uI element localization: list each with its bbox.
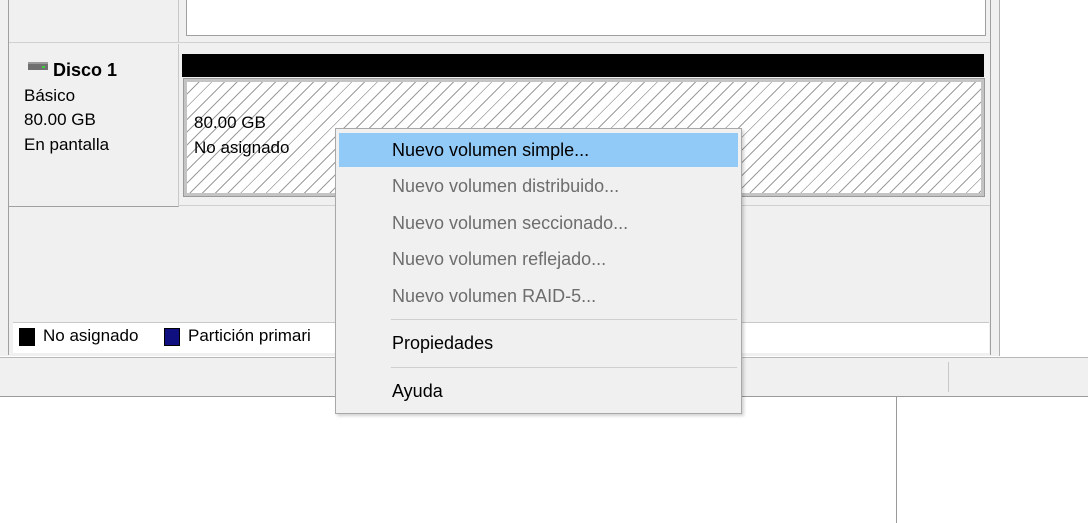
legend-swatch-unallocated: [19, 328, 35, 346]
legend-label-unallocated: No asignado: [43, 326, 139, 345]
menu-separator: [391, 319, 737, 320]
frame-outer-border: [999, 0, 1000, 356]
disk-size: 80.00 GB: [24, 110, 96, 129]
disk-type: Básico: [24, 86, 76, 105]
row-divider: [9, 42, 990, 43]
status-bar-separator: [948, 362, 949, 392]
disk-status: En pantalla: [24, 135, 110, 154]
unallocated-volume-header[interactable]: [182, 54, 984, 77]
legend-swatch-primary-partition: [164, 328, 180, 346]
menu-item-new-spanned-volume[interactable]: Nuevo volumen distribuido...: [339, 169, 738, 203]
menu-item-new-simple-volume[interactable]: Nuevo volumen simple...: [339, 133, 738, 167]
menu-item-new-raid5-volume[interactable]: Nuevo volumen RAID-5...: [339, 279, 738, 313]
menu-item-help[interactable]: Ayuda: [339, 374, 738, 408]
volume-status: No asignado: [194, 138, 290, 157]
frame-right-border: [990, 0, 991, 355]
disk-name: Disco 1: [53, 60, 118, 80]
previous-disk-volume[interactable]: [186, 0, 986, 36]
previous-disk-label-cell: [9, 0, 179, 42]
menu-item-new-striped-volume[interactable]: Nuevo volumen seccionado...: [339, 206, 738, 240]
pane-divider: [896, 396, 897, 523]
volume-size: 80.00 GB: [194, 113, 266, 132]
legend-label-primary-partition: Partición primari: [188, 326, 311, 345]
menu-item-properties[interactable]: Propiedades: [339, 326, 738, 360]
hard-disk-icon: [28, 62, 48, 70]
menu-separator: [391, 367, 737, 368]
menu-item-new-mirrored-volume[interactable]: Nuevo volumen reflejado...: [339, 242, 738, 276]
